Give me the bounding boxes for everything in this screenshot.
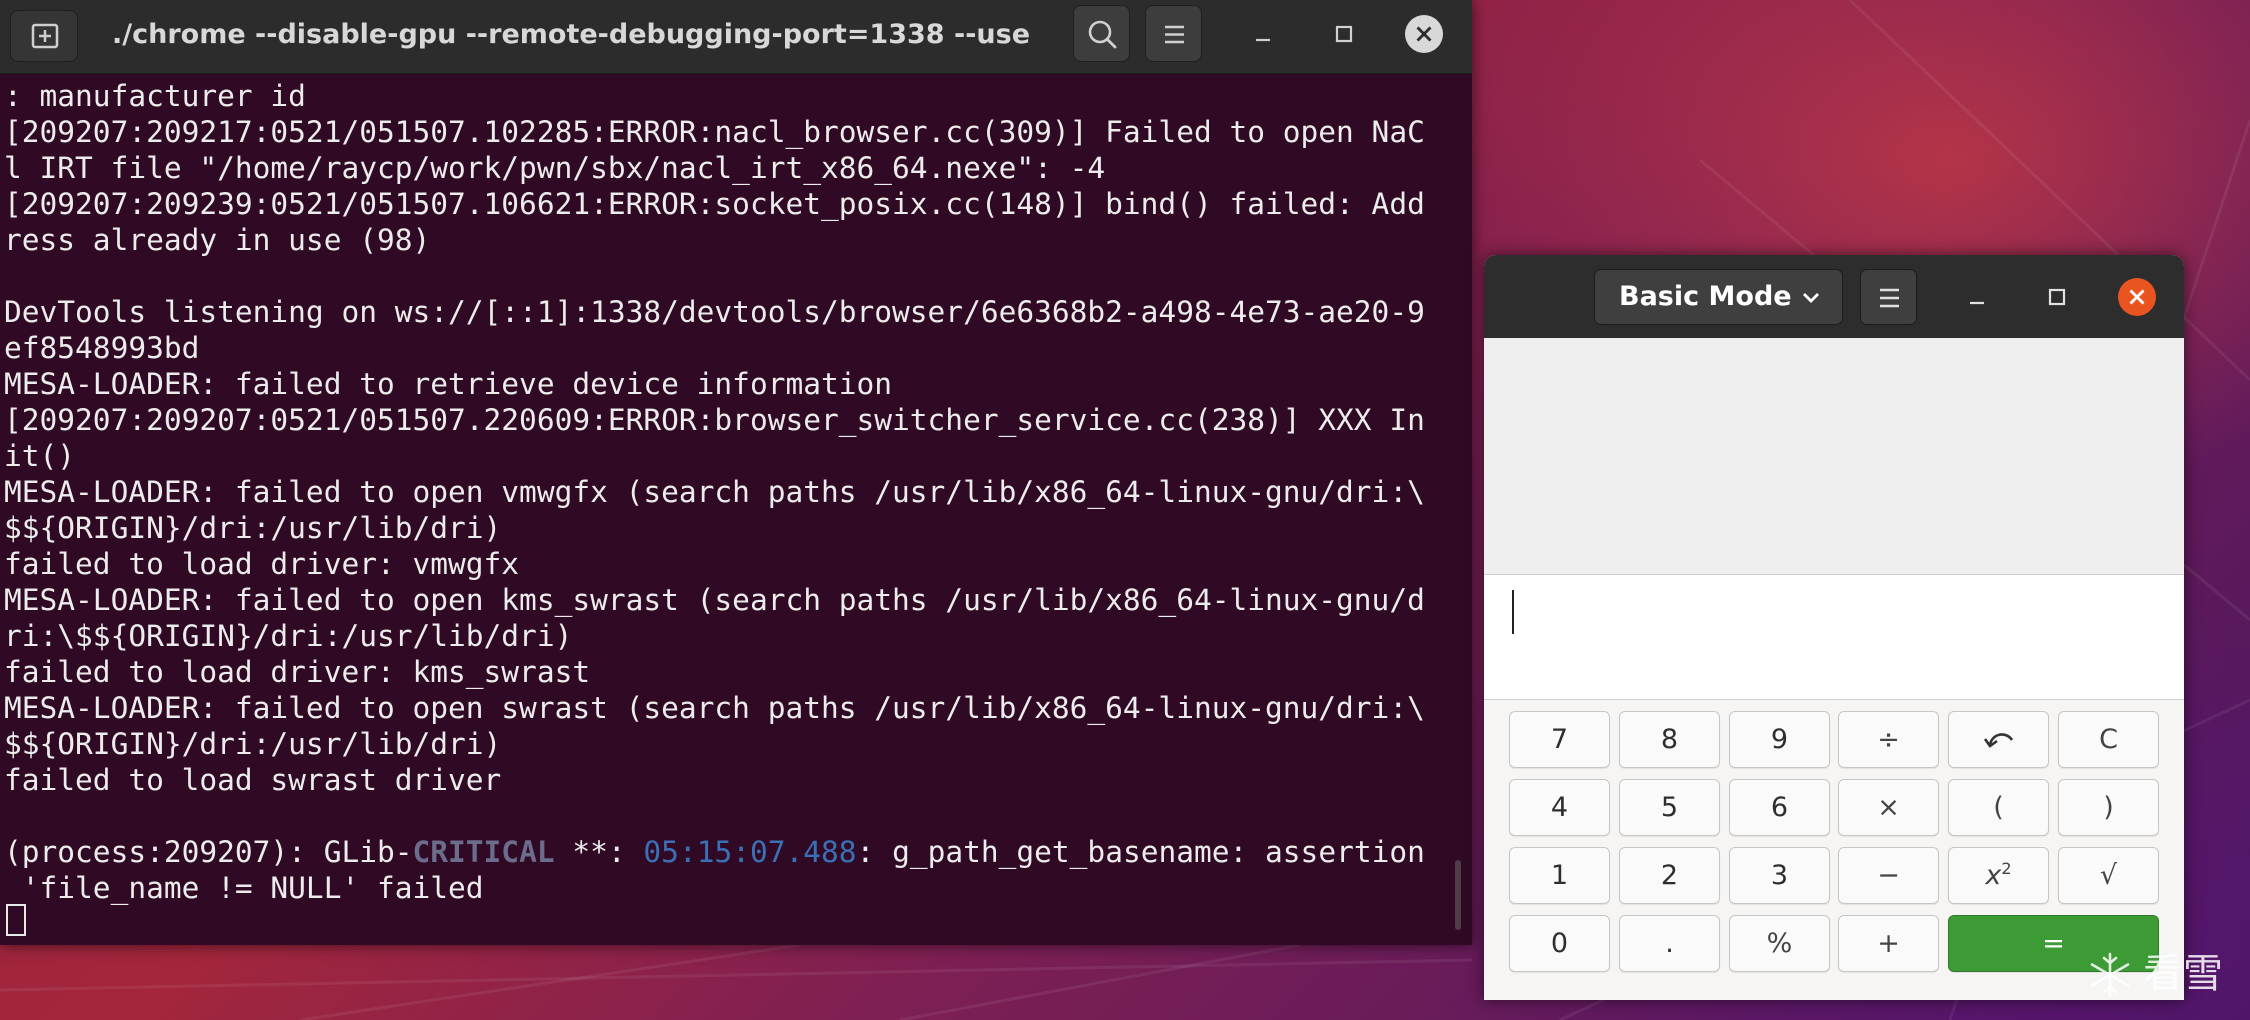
hamburger-menu-icon <box>1165 25 1184 44</box>
key-0[interactable]: 0 <box>1509 915 1610 972</box>
terminal-line: ri:\$${ORIGIN}/dri:/usr/lib/dri) <box>4 619 573 653</box>
key-5[interactable]: 5 <box>1619 779 1720 836</box>
terminal-line: MESA-LOADER: failed to retrieve device i… <box>4 367 893 401</box>
calculation-history <box>1484 338 2184 575</box>
minimize-icon <box>1970 301 1984 305</box>
terminal-line: l IRT file "/home/raycp/work/pwn/sbx/nac… <box>4 151 1106 185</box>
terminal-maximize-button[interactable] <box>1324 14 1364 54</box>
watermark-text: 看雪 <box>2143 951 2223 997</box>
terminal-line: DevTools listening on ws://[::1]:1338/de… <box>4 295 1425 329</box>
search-icon <box>1088 20 1117 49</box>
terminal-line: ef8548993bd <box>4 331 200 365</box>
glib-critical-level: CRITICAL <box>412 835 555 869</box>
terminal-line: it() <box>4 439 76 473</box>
key-7[interactable]: 7 <box>1509 711 1610 768</box>
clear-button[interactable]: C <box>2058 711 2159 768</box>
minimize-icon <box>1256 38 1270 42</box>
terminal-glib-line: (process:209207): GLib-CRITICAL **: 05:1… <box>4 834 1425 870</box>
terminal-line: $${ORIGIN}/dri:/usr/lib/dri) <box>4 727 502 761</box>
terminal-line: ress already in use (98) <box>4 223 431 257</box>
close-icon <box>1405 15 1443 53</box>
undo-icon <box>1983 733 2014 748</box>
terminal-line: MESA-LOADER: failed to open swrast (sear… <box>4 691 1425 725</box>
chevron-down-icon <box>1803 293 1819 303</box>
sqrt-button[interactable]: √ <box>2058 847 2159 904</box>
terminal-line: [209207:209207:0521/051507.220609:ERROR:… <box>4 403 1425 437</box>
key-9[interactable]: 9 <box>1729 711 1830 768</box>
close-icon <box>2118 278 2156 316</box>
open-paren-button[interactable]: ( <box>1948 779 2049 836</box>
mode-label: Basic Mode <box>1619 281 1792 312</box>
glib-suffix: : g_path_get_basename: assertion <box>856 835 1425 869</box>
hamburger-menu-icon <box>1880 288 1899 308</box>
divide-button[interactable]: ÷ <box>1838 711 1939 768</box>
calculator-close-button[interactable] <box>2117 277 2157 317</box>
new-tab-icon <box>31 23 59 49</box>
glib-timestamp: 05:15:07.488 <box>643 835 857 869</box>
terminal-menu-button[interactable] <box>1145 5 1202 62</box>
terminal-line: [209207:209239:0521/051507.106621:ERROR:… <box>4 187 1425 221</box>
glib-prefix: (process:209207): GLib- <box>4 835 413 869</box>
add-button[interactable]: + <box>1838 915 1939 972</box>
terminal-search-button[interactable] <box>1073 5 1130 62</box>
terminal-scrollbar[interactable] <box>1455 860 1461 930</box>
square-button[interactable]: x2 <box>1948 847 2049 904</box>
undo-button[interactable] <box>1948 711 2049 768</box>
terminal-titlebar[interactable]: ./chrome --disable-gpu --remote-debuggin… <box>0 0 1472 74</box>
terminal-line: MESA-LOADER: failed to open kms_swrast (… <box>4 583 1425 617</box>
multiply-button[interactable]: × <box>1838 779 1939 836</box>
terminal-line: : manufacturer id <box>4 79 306 113</box>
key-2[interactable]: 2 <box>1619 847 1720 904</box>
glib-middle: **: <box>554 835 644 869</box>
terminal-line: failed to load driver: vmwgfx <box>4 547 520 581</box>
maximize-icon <box>2048 288 2066 306</box>
close-paren-button[interactable]: ) <box>2058 779 2159 836</box>
decimal-button[interactable]: . <box>1619 915 1720 972</box>
snowflake-icon <box>2090 952 2130 998</box>
terminal-close-button[interactable] <box>1404 14 1444 54</box>
terminal-line: 'file_name != NULL' failed <box>4 871 484 905</box>
terminal-minimize-button[interactable] <box>1243 14 1283 54</box>
square-base: x <box>1985 860 2002 891</box>
terminal-line: $${ORIGIN}/dri:/usr/lib/dri) <box>4 511 502 545</box>
terminal-cursor <box>6 904 26 936</box>
percent-button[interactable]: % <box>1729 915 1830 972</box>
terminal-line: [209207:209217:0521/051507.102285:ERROR:… <box>4 115 1425 149</box>
key-1[interactable]: 1 <box>1509 847 1610 904</box>
calculator-window: Basic Mode 7 8 9 ÷ C 4 5 6 × () 1 2 3 −… <box>1484 255 2184 1000</box>
key-3[interactable]: 3 <box>1729 847 1830 904</box>
terminal-output[interactable]: : manufacturer id [209207:209217:0521/05… <box>4 78 1454 944</box>
subtract-button[interactable]: − <box>1838 847 1939 904</box>
maximize-icon <box>1335 25 1353 43</box>
calculator-entry-field[interactable] <box>1484 575 2184 700</box>
terminal-line: failed to load swrast driver <box>4 763 502 797</box>
calculator-titlebar[interactable]: Basic Mode <box>1484 255 2184 338</box>
key-8[interactable]: 8 <box>1619 711 1720 768</box>
key-6[interactable]: 6 <box>1729 779 1830 836</box>
entry-caret <box>1512 590 1514 634</box>
key-4[interactable]: 4 <box>1509 779 1610 836</box>
calculator-menu-button[interactable] <box>1860 269 1917 325</box>
terminal-line: failed to load driver: kms_swrast <box>4 655 591 689</box>
calculator-maximize-button[interactable] <box>2037 277 2077 317</box>
square-exponent: 2 <box>2001 859 2012 878</box>
mode-selector-button[interactable]: Basic Mode <box>1594 269 1843 325</box>
terminal-title: ./chrome --disable-gpu --remote-debuggin… <box>112 19 1032 50</box>
new-tab-button[interactable] <box>10 10 78 62</box>
calculator-minimize-button[interactable] <box>1957 277 1997 317</box>
terminal-line: MESA-LOADER: failed to open vmwgfx (sear… <box>4 475 1425 509</box>
terminal-window: ./chrome --disable-gpu --remote-debuggin… <box>0 0 1472 945</box>
